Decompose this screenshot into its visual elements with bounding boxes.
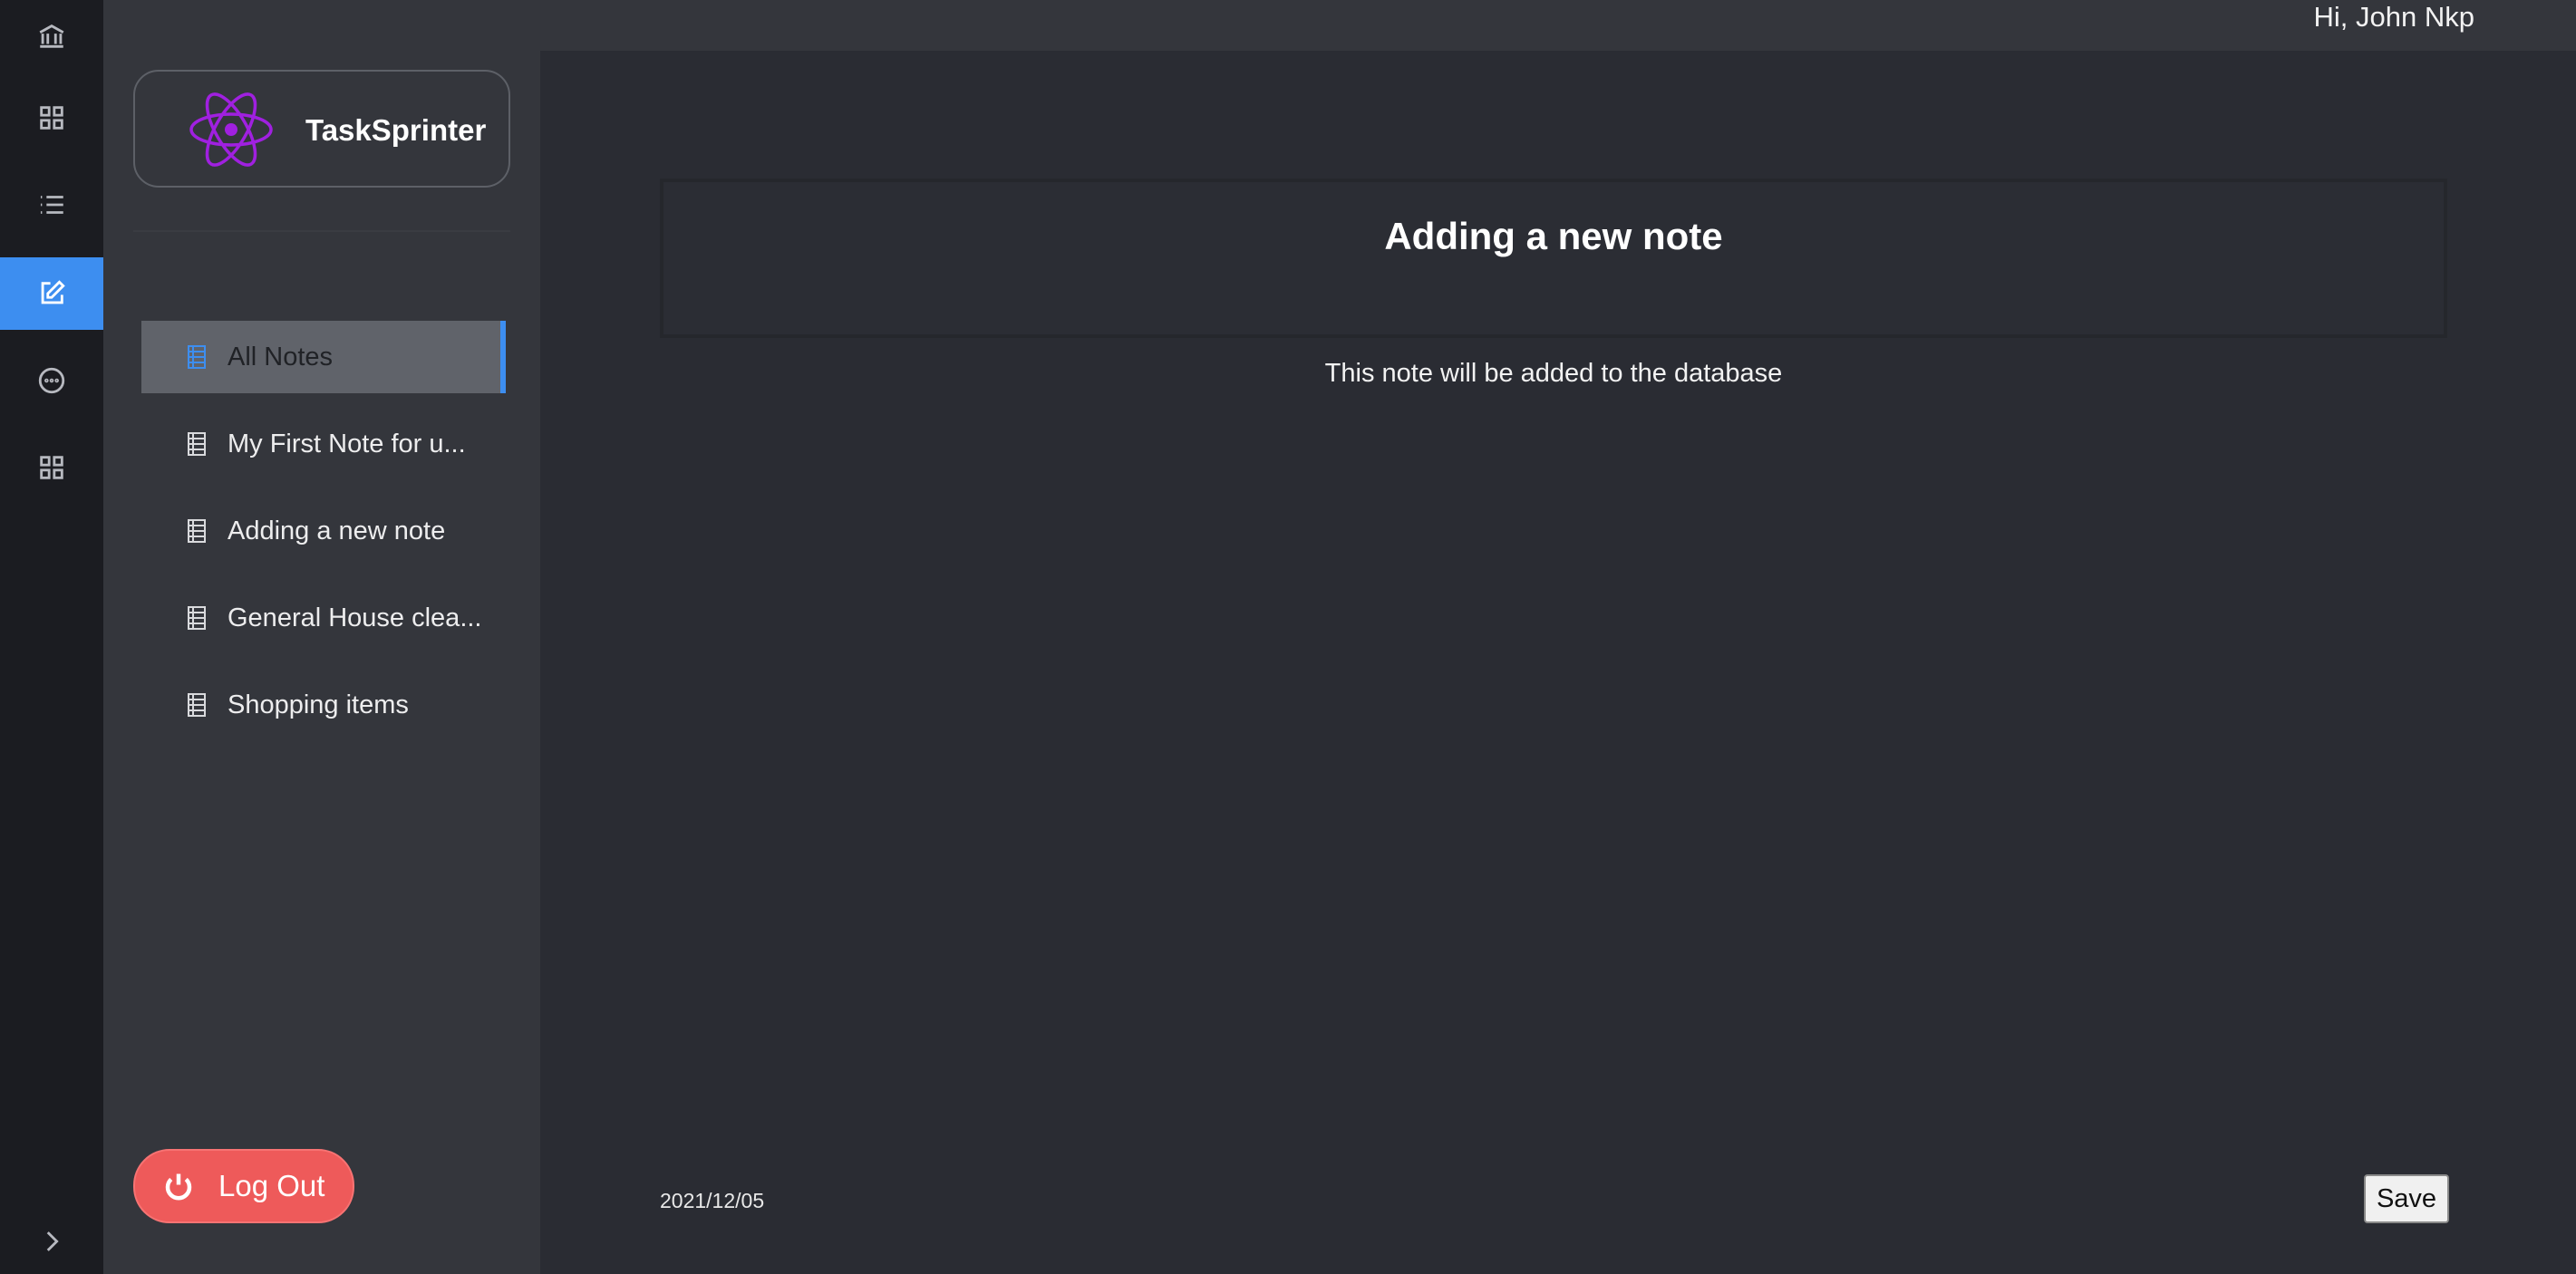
note-icon [188, 606, 206, 630]
chat-icon [38, 367, 65, 394]
top-bar: Hi, John Nkp [103, 0, 2576, 51]
sidebar-item-label: My First Note for u... [228, 429, 466, 458]
sidebar-item-label: Shopping items [228, 690, 409, 719]
note-icon [188, 693, 206, 717]
chevron-right-icon [46, 1231, 59, 1251]
sidebar-item-note[interactable]: Adding a new note [141, 495, 506, 567]
note-icon [188, 519, 206, 543]
sidebar-item-label: Adding a new note [228, 516, 446, 545]
sidebar-item-all-notes[interactable]: All Notes [141, 321, 506, 393]
logout-label: Log Out [218, 1169, 325, 1202]
sidebar-item-note[interactable]: My First Note for u... [141, 408, 506, 480]
sidebar-item-note[interactable]: Shopping items [141, 669, 506, 741]
brand-logo[interactable]: TaskSprinter [133, 70, 510, 188]
edit-icon [41, 280, 65, 304]
icon-rail [0, 0, 103, 1274]
save-button[interactable]: Save [2364, 1174, 2449, 1223]
note-icon [188, 432, 206, 456]
sidebar-item-label: General House clea... [228, 603, 482, 632]
rail-item-tasks[interactable] [0, 169, 103, 241]
power-icon [165, 1173, 192, 1201]
rail-item-apps[interactable] [0, 431, 103, 504]
sidebar: TaskSprinter All Notes My First Note for… [103, 51, 540, 1274]
brand-name: TaskSprinter [305, 113, 487, 147]
sidebar-divider [133, 230, 510, 232]
rail-expand-button[interactable] [0, 1205, 103, 1274]
note-title[interactable]: Adding a new note [663, 182, 2444, 291]
note-editor: Adding a new note This note will be adde… [540, 51, 2576, 1274]
user-greeting: Hi, John Nkp [2313, 1, 2474, 33]
logout-button[interactable]: Log Out [133, 1149, 354, 1223]
atom-icon [189, 92, 273, 167]
rail-item-home[interactable] [0, 0, 103, 72]
note-date: 2021/12/05 [660, 1189, 765, 1212]
apps-icon [40, 456, 63, 479]
sidebar-item-label: All Notes [228, 342, 334, 372]
rail-item-dashboard[interactable] [0, 82, 103, 154]
note-icon [188, 345, 206, 369]
list-icon [40, 196, 63, 214]
grid-icon [40, 106, 63, 130]
note-body[interactable]: This note will be added to the database [660, 359, 2447, 389]
rail-item-chat[interactable] [0, 344, 103, 417]
sidebar-item-note[interactable]: General House clea... [141, 582, 506, 654]
note-title-field[interactable]: Adding a new note [660, 179, 2447, 338]
rail-item-notes[interactable] [0, 257, 103, 330]
bank-icon [39, 24, 64, 48]
